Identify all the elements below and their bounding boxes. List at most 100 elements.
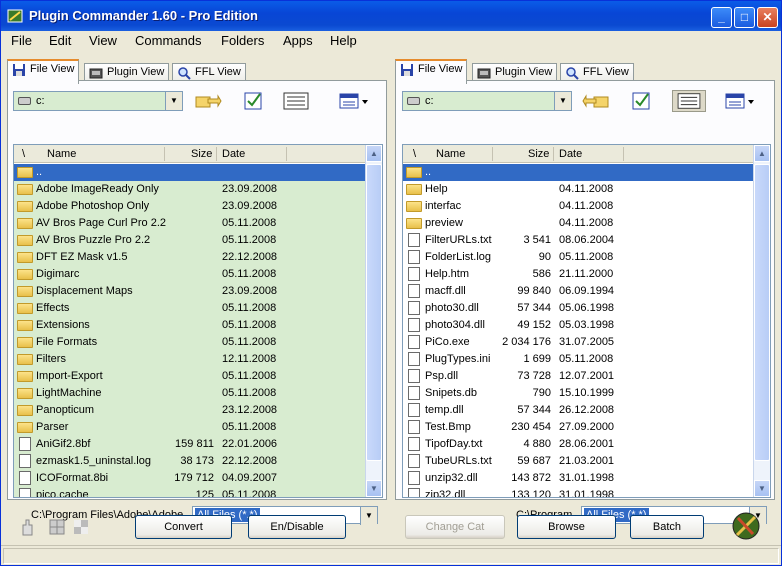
- chevron-down-icon[interactable]: ▼: [165, 92, 182, 110]
- enable-disable-button[interactable]: En/Disable: [248, 515, 346, 539]
- parent-dir-row[interactable]: ..: [14, 164, 366, 181]
- file-row[interactable]: photo304.dll 49 152 05.03.1998: [403, 317, 753, 334]
- file-row[interactable]: Test.Bmp 230 454 27.09.2000: [403, 419, 753, 436]
- scroll-down-icon[interactable]: ▼: [366, 480, 382, 497]
- tab-file-view[interactable]: File View: [395, 59, 468, 84]
- file-row[interactable]: zip32.dll 133 120 31.01.1998: [403, 487, 753, 497]
- folder-row[interactable]: preview 04.11.2008: [403, 215, 753, 232]
- column-name[interactable]: Name: [47, 148, 76, 160]
- menu-edit[interactable]: Edit: [49, 33, 71, 48]
- file-row[interactable]: ezmask1.5_uninstal.log 38 173 22.12.2008: [14, 453, 366, 470]
- folder-row[interactable]: LightMachine 05.11.2008: [14, 385, 366, 402]
- file-row[interactable]: ICOFormat.8bi 179 712 04.09.2007: [14, 470, 366, 487]
- column-date[interactable]: Date: [559, 148, 582, 160]
- file-icon: [408, 250, 420, 264]
- file-row[interactable]: macff.dll 99 840 06.09.1994: [403, 283, 753, 300]
- file-row[interactable]: PiCo.exe 2 034 176 31.07.2005: [403, 334, 753, 351]
- change-cat-button[interactable]: Change Cat: [405, 515, 505, 539]
- scroll-thumb[interactable]: [754, 164, 770, 461]
- file-row[interactable]: Snipets.db 790 15.10.1999: [403, 385, 753, 402]
- view-options-icon[interactable]: [338, 90, 370, 112]
- folder-row[interactable]: Filters 12.11.2008: [14, 351, 366, 368]
- file-row[interactable]: TubeURLs.txt 59 687 21.03.2001: [403, 453, 753, 470]
- file-icon: [408, 301, 420, 315]
- details-view-icon[interactable]: [672, 90, 706, 112]
- sort-icon[interactable]: \: [413, 148, 416, 160]
- menu-view[interactable]: View: [89, 33, 117, 48]
- folder-row[interactable]: Effects 05.11.2008: [14, 300, 366, 317]
- title-bar[interactable]: Plugin Commander 1.60 - Pro Edition _ □ …: [1, 1, 781, 31]
- file-row[interactable]: AniGif2.8bf 159 811 22.01.2006: [14, 436, 366, 453]
- maximize-button[interactable]: □: [734, 7, 755, 28]
- scroll-up-icon[interactable]: ▲: [754, 145, 770, 162]
- file-row[interactable]: photo30.dll 57 344 05.06.1998: [403, 300, 753, 317]
- folder-row[interactable]: AV Bros Puzzle Pro 2.2 05.11.2008: [14, 232, 366, 249]
- details-view-icon[interactable]: [282, 90, 310, 112]
- chevron-down-icon[interactable]: ▼: [554, 92, 571, 110]
- menu-help[interactable]: Help: [330, 33, 357, 48]
- file-row[interactable]: TipofDay.txt 4 880 28.06.2001: [403, 436, 753, 453]
- menu-file[interactable]: File: [11, 33, 32, 48]
- checker-icon[interactable]: [71, 517, 93, 537]
- left-drive-select[interactable]: c: ▼: [13, 91, 183, 111]
- scroll-up-icon[interactable]: ▲: [366, 145, 382, 162]
- file-row[interactable]: Psp.dll 73 728 12.07.2001: [403, 368, 753, 385]
- right-drive-select[interactable]: c: ▼: [402, 91, 572, 111]
- file-row[interactable]: PlugTypes.ini 1 699 05.11.2008: [403, 351, 753, 368]
- copy-from-folder-icon[interactable]: [582, 90, 610, 112]
- row-size: 1 699: [523, 353, 551, 365]
- column-size[interactable]: Size: [528, 148, 549, 160]
- file-row[interactable]: pico.cache 125 05.11.2008: [14, 487, 366, 497]
- row-name: Panopticum: [36, 404, 95, 416]
- file-row[interactable]: FolderList.log 90 05.11.2008: [403, 249, 753, 266]
- menu-folders[interactable]: Folders: [221, 33, 264, 48]
- parent-dir-row[interactable]: ..: [403, 164, 753, 181]
- folder-row[interactable]: interfac 04.11.2008: [403, 198, 753, 215]
- hand-icon[interactable]: [17, 517, 39, 537]
- folder-row[interactable]: File Formats 05.11.2008: [14, 334, 366, 351]
- edit-check-icon[interactable]: [628, 90, 656, 112]
- batch-button[interactable]: Batch: [630, 515, 704, 539]
- edit-check-icon[interactable]: [240, 90, 268, 112]
- file-row[interactable]: Help.htm 586 21.11.2000: [403, 266, 753, 283]
- row-size: 3 541: [523, 234, 551, 246]
- right-scrollbar[interactable]: ▲ ▼: [753, 145, 770, 497]
- column-name[interactable]: Name: [436, 148, 465, 160]
- tools-logo-icon[interactable]: [729, 511, 763, 541]
- folder-row[interactable]: Adobe Photoshop Only 23.09.2008: [14, 198, 366, 215]
- file-row[interactable]: unzip32.dll 143 872 31.01.1998: [403, 470, 753, 487]
- file-row[interactable]: FilterURLs.txt 3 541 08.06.2004: [403, 232, 753, 249]
- scroll-down-icon[interactable]: ▼: [754, 480, 770, 497]
- folder-row[interactable]: Adobe ImageReady Only 23.09.2008: [14, 181, 366, 198]
- row-date: 23.09.2008: [222, 200, 278, 212]
- copy-to-folder-icon[interactable]: [194, 90, 222, 112]
- folder-row[interactable]: Panopticum 23.12.2008: [14, 402, 366, 419]
- column-date[interactable]: Date: [222, 148, 245, 160]
- menu-commands[interactable]: Commands: [135, 33, 201, 48]
- row-date: 05.06.1998: [559, 302, 615, 314]
- folder-row[interactable]: Displacement Maps 23.09.2008: [14, 283, 366, 300]
- close-button[interactable]: ✕: [757, 7, 778, 28]
- row-size: 99 840: [517, 285, 551, 297]
- folder-row[interactable]: Import-Export 05.11.2008: [14, 368, 366, 385]
- folder-row[interactable]: Digimarc 05.11.2008: [14, 266, 366, 283]
- row-name: TubeURLs.txt: [425, 455, 492, 467]
- row-name: Filters: [36, 353, 66, 365]
- folder-row[interactable]: AV Bros Page Curl Pro 2.2 05.11.2008: [14, 215, 366, 232]
- convert-button[interactable]: Convert: [135, 515, 232, 539]
- browse-button[interactable]: Browse: [517, 515, 616, 539]
- tab-file-view[interactable]: File View: [7, 59, 80, 84]
- scroll-thumb[interactable]: [366, 164, 382, 461]
- folder-row[interactable]: Parser 05.11.2008: [14, 419, 366, 436]
- file-row[interactable]: temp.dll 57 344 26.12.2008: [403, 402, 753, 419]
- sort-icon[interactable]: \: [22, 148, 25, 160]
- view-options-icon[interactable]: [724, 90, 756, 112]
- left-scrollbar[interactable]: ▲ ▼: [365, 145, 382, 497]
- minimize-button[interactable]: _: [711, 7, 732, 28]
- grid-tool-icon[interactable]: [47, 517, 69, 537]
- menu-apps[interactable]: Apps: [283, 33, 313, 48]
- folder-row[interactable]: Extensions 05.11.2008: [14, 317, 366, 334]
- column-size[interactable]: Size: [191, 148, 212, 160]
- folder-row[interactable]: Help 04.11.2008: [403, 181, 753, 198]
- folder-row[interactable]: DFT EZ Mask v1.5 22.12.2008: [14, 249, 366, 266]
